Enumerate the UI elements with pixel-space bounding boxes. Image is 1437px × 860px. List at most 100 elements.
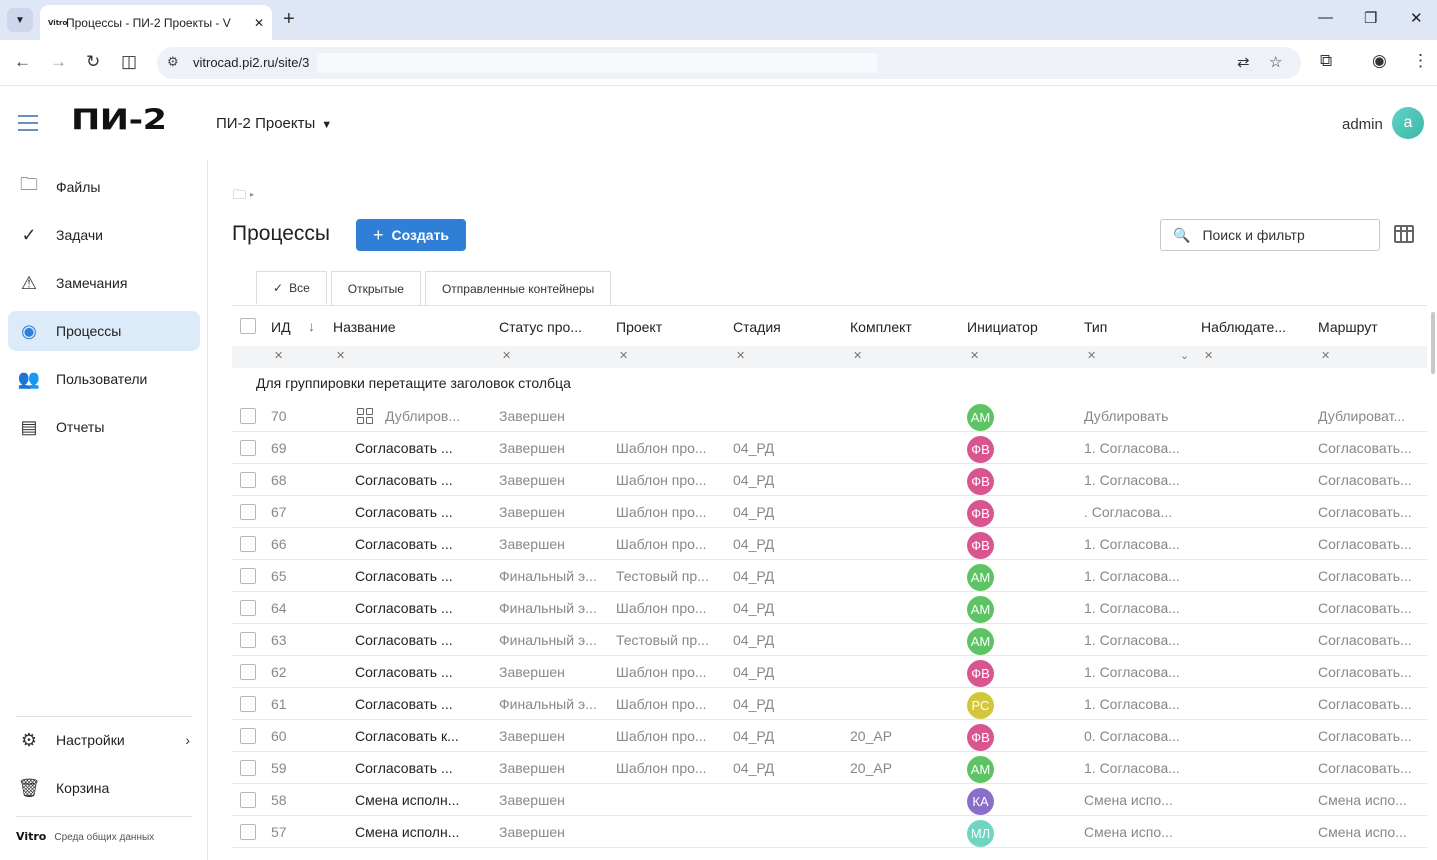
- initiator-avatar: МЛ: [967, 820, 994, 847]
- user-name[interactable]: admin: [1342, 116, 1383, 133]
- table-row[interactable]: 60 Согласовать к... Завершен Шаблон про... 0…: [232, 720, 1427, 752]
- users-icon: 👥: [17, 368, 41, 389]
- initiator-avatar: АМ: [967, 596, 994, 623]
- address-bar[interactable]: ⚙ vitrocad.pi2.ru/site/3 ⇄ ☆: [157, 47, 1301, 79]
- columns-chooser-icon[interactable]: [1394, 225, 1414, 243]
- forward-icon[interactable]: →: [50, 52, 67, 72]
- maximize-icon[interactable]: ❐: [1364, 9, 1377, 27]
- column-header-observers[interactable]: Наблюдате...: [1201, 319, 1286, 335]
- user-avatar[interactable]: a: [1392, 107, 1424, 139]
- clear-filter-icon[interactable]: ✕: [1204, 349, 1213, 362]
- column-header-stage[interactable]: Стадия: [733, 319, 781, 335]
- row-checkbox[interactable]: [240, 696, 256, 712]
- table-row[interactable]: 67 Согласовать ... Завершен Шаблон про... 04…: [232, 496, 1427, 528]
- create-button[interactable]: + Создать: [356, 219, 466, 251]
- sidebar-item-settings[interactable]: ⚙ Настройки ›: [8, 720, 200, 760]
- table-row[interactable]: 61 Согласовать ... Финальный э... Шаблон пр…: [232, 688, 1427, 720]
- clear-filter-icon[interactable]: ✕: [1321, 349, 1330, 362]
- table-row[interactable]: 66 Согласовать ... Завершен Шаблон про... 04…: [232, 528, 1427, 560]
- row-checkbox[interactable]: [240, 728, 256, 744]
- row-checkbox[interactable]: [240, 504, 256, 520]
- row-checkbox[interactable]: [240, 824, 256, 840]
- hamburger-menu-icon[interactable]: [18, 115, 38, 136]
- clear-filter-icon[interactable]: ✕: [970, 349, 979, 362]
- column-header-initiator[interactable]: Инициатор: [967, 319, 1038, 335]
- minimize-icon[interactable]: —: [1318, 9, 1333, 26]
- row-checkbox[interactable]: [240, 760, 256, 776]
- clear-filter-icon[interactable]: ✕: [619, 349, 628, 362]
- cell-type: 1. Согласова...: [1084, 568, 1180, 584]
- extensions-icon[interactable]: ⧉: [1320, 51, 1332, 71]
- breadcrumb[interactable]: 🗀 ▸: [233, 186, 254, 208]
- table-row[interactable]: 68 Согласовать ... Завершен Шаблон про... 04…: [232, 464, 1427, 496]
- column-header-kit[interactable]: Комплект: [850, 319, 912, 335]
- table-row[interactable]: 69 Согласовать ... Завершен Шаблон про... 04…: [232, 432, 1427, 464]
- window-close-icon[interactable]: ✕: [1410, 9, 1423, 27]
- table-row[interactable]: 58 Смена исполн... Завершен Смена испо... См…: [232, 784, 1427, 816]
- row-checkbox[interactable]: [240, 408, 256, 424]
- sidebar-item-label: Настройки: [56, 732, 125, 748]
- profile-icon[interactable]: ◉: [1372, 51, 1387, 71]
- url-text[interactable]: vitrocad.pi2.ru/site/3: [193, 55, 309, 70]
- scrollbar[interactable]: [1431, 312, 1435, 374]
- table-row[interactable]: 59 Согласовать ... Завершен Шаблон про... 04…: [232, 752, 1427, 784]
- select-all-checkbox[interactable]: [240, 318, 256, 334]
- cell-status: Финальный э...: [499, 600, 597, 616]
- browser-menu-icon[interactable]: ⋮: [1412, 51, 1429, 71]
- row-checkbox[interactable]: [240, 536, 256, 552]
- sidebar-item-files[interactable]: 🗀 Файлы: [8, 167, 200, 207]
- column-header-name[interactable]: Название: [333, 319, 396, 335]
- sidebar-item-label: Пользователи: [56, 371, 148, 387]
- sidebar-item-processes[interactable]: ◉ Процессы: [8, 311, 200, 351]
- column-header-type[interactable]: Тип: [1084, 319, 1107, 335]
- row-checkbox[interactable]: [240, 792, 256, 808]
- clear-filter-icon[interactable]: ✕: [736, 349, 745, 362]
- column-header-id[interactable]: ИД: [271, 319, 291, 335]
- search-input[interactable]: 🔍 Поиск и фильтр: [1160, 219, 1380, 251]
- reading-mode-icon[interactable]: ◫: [121, 52, 137, 72]
- new-tab-icon[interactable]: +: [283, 8, 295, 31]
- browser-tab[interactable]: Vitro Процессы - ПИ-2 Проекты - V ✕: [40, 5, 272, 40]
- sidebar-item-remarks[interactable]: ⚠ Замечания: [8, 263, 200, 303]
- row-checkbox[interactable]: [240, 440, 256, 456]
- tab-all[interactable]: ✓ Все: [256, 271, 327, 305]
- sidebar-item-tasks[interactable]: ✓ Задачи: [8, 215, 200, 255]
- translate-icon[interactable]: ⇄: [1237, 53, 1250, 71]
- sidebar-item-reports[interactable]: ▤ Отчеты: [8, 407, 200, 447]
- tab-close-icon[interactable]: ✕: [254, 16, 264, 30]
- table-row[interactable]: 65 Согласовать ... Финальный э... Тестовый …: [232, 560, 1427, 592]
- column-header-status[interactable]: Статус про...: [499, 319, 582, 335]
- tab-open[interactable]: Открытые: [330, 271, 421, 305]
- table-row[interactable]: 64 Согласовать ... Финальный э... Шаблон пр…: [232, 592, 1427, 624]
- tab-search-icon[interactable]: ▼: [7, 8, 33, 32]
- table-row[interactable]: 57 Смена исполн... Завершен Смена испо... См…: [232, 816, 1427, 848]
- table-row[interactable]: 70 Дублиров... Завершен Дублировать Дублиров…: [232, 400, 1427, 432]
- back-icon[interactable]: ←: [14, 52, 31, 72]
- cell-name: Согласовать ...: [355, 536, 453, 552]
- chevron-down-icon[interactable]: ⌄: [1180, 349, 1189, 362]
- row-checkbox[interactable]: [240, 632, 256, 648]
- bookmark-star-icon[interactable]: ☆: [1269, 53, 1282, 71]
- column-header-route[interactable]: Маршрут: [1318, 319, 1378, 335]
- clear-filter-icon[interactable]: ✕: [853, 349, 862, 362]
- row-checkbox[interactable]: [240, 600, 256, 616]
- sidebar-item-users[interactable]: 👥 Пользователи: [8, 359, 200, 399]
- site-info-icon[interactable]: ⚙: [167, 54, 179, 70]
- column-header-project[interactable]: Проект: [616, 319, 662, 335]
- row-checkbox[interactable]: [240, 664, 256, 680]
- clear-filter-icon[interactable]: ✕: [336, 349, 345, 362]
- table-row[interactable]: 63 Согласовать ... Финальный э... Тестовый …: [232, 624, 1427, 656]
- row-checkbox[interactable]: [240, 568, 256, 584]
- table-row[interactable]: 62 Согласовать ... Завершен Шаблон про... 04…: [232, 656, 1427, 688]
- cell-id: 57: [271, 824, 287, 840]
- clear-filter-icon[interactable]: ✕: [274, 349, 283, 362]
- clear-filter-icon[interactable]: ✕: [502, 349, 511, 362]
- sort-down-icon[interactable]: ↓: [308, 318, 315, 334]
- project-selector[interactable]: ПИ-2 Проекты ▼: [216, 115, 332, 132]
- group-panel-hint[interactable]: Для группировки перетащите заголовок сто…: [256, 375, 571, 391]
- clear-filter-icon[interactable]: ✕: [1087, 349, 1096, 362]
- reload-icon[interactable]: ↻: [86, 52, 100, 72]
- row-checkbox[interactable]: [240, 472, 256, 488]
- tab-sent-containers[interactable]: Отправленные контейнеры: [424, 271, 612, 305]
- sidebar-item-trash[interactable]: 🗑 Корзина: [8, 768, 200, 808]
